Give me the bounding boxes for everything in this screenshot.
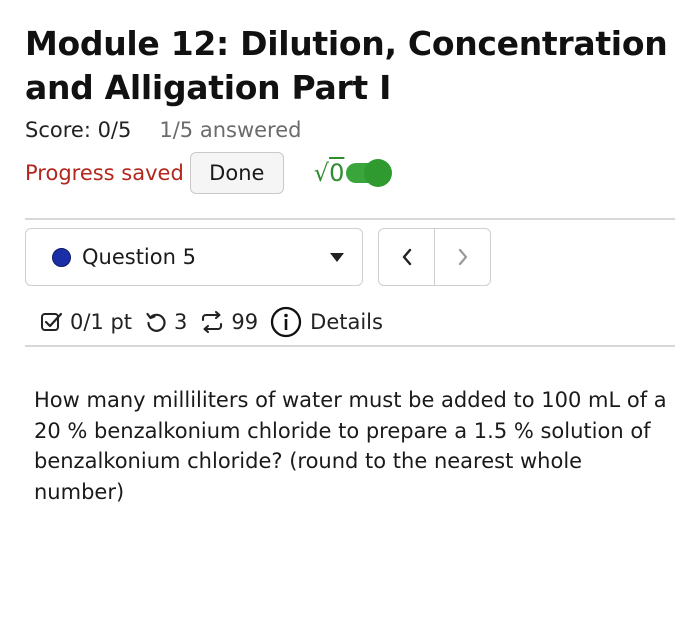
toggle-switch[interactable] <box>346 159 393 187</box>
progress-status: Progress saved <box>25 161 184 185</box>
divider-top <box>25 218 675 220</box>
attempts-text: 3 <box>174 310 188 334</box>
question-selector-label: Question 5 <box>82 245 196 269</box>
question-nav-group <box>378 228 491 286</box>
chevron-down-icon <box>330 253 344 262</box>
divider-bottom <box>25 345 675 347</box>
repeat-icon <box>202 310 223 334</box>
chevron-left-icon <box>402 248 411 266</box>
progress-row: Progress saved Done √0 <box>25 152 393 194</box>
points-text: 0/1 pt <box>70 310 133 334</box>
points-info: 0/1 pt <box>40 310 132 334</box>
submissions-info: 99 <box>199 310 258 334</box>
math-display-toggle[interactable]: √0 <box>313 159 393 187</box>
info-icon <box>271 306 302 338</box>
details-button[interactable]: Details <box>270 306 383 338</box>
checkbox-icon <box>41 312 63 331</box>
score-text: Score: 0/5 <box>25 118 132 142</box>
retry-icon <box>146 312 166 332</box>
page-title: Module 12: Dilution, Concentration and A… <box>25 24 668 107</box>
question-meta-row: 0/1 pt 3 99 Details <box>40 306 383 338</box>
score-row: Score: 0/5 1/5 answered <box>25 118 301 142</box>
question-selector[interactable]: Question 5 <box>25 228 363 286</box>
sqrt-icon: √0 <box>313 159 345 187</box>
question-status-dot <box>52 247 71 267</box>
details-label: Details <box>310 310 383 334</box>
chevron-right-icon <box>458 248 467 266</box>
toggle-knob <box>364 159 393 187</box>
next-question-button[interactable] <box>435 229 490 285</box>
answered-count: 1/5 answered <box>159 118 302 142</box>
done-button[interactable]: Done <box>189 152 284 194</box>
submissions-text: 99 <box>231 310 259 334</box>
attempts-info: 3 <box>144 310 187 334</box>
question-text: How many milliliters of water must be ad… <box>34 388 667 504</box>
previous-question-button[interactable] <box>379 229 435 285</box>
